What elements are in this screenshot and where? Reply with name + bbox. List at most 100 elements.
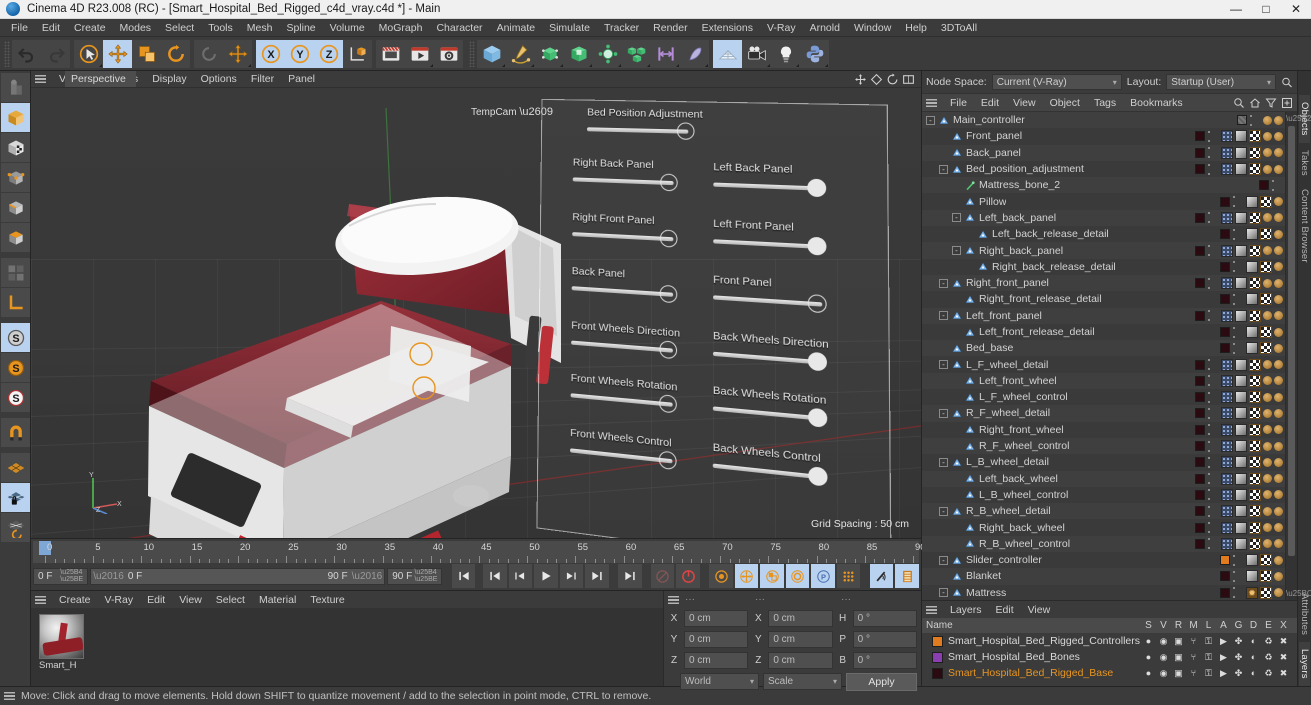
menu-item-render[interactable]: Render <box>646 19 694 37</box>
node-space-dropdown[interactable]: Current (V-Ray) <box>992 74 1122 90</box>
layer-toggle-v[interactable]: ◉ <box>1156 636 1171 647</box>
viewport-slider[interactable]: Back Wheels Control <box>713 441 823 479</box>
layer-color-swatch[interactable] <box>1195 539 1205 549</box>
layer-toggle-d[interactable]: ◐ <box>1246 652 1261 663</box>
object-menu-file[interactable]: File <box>943 97 974 109</box>
layer-color-swatch[interactable] <box>1195 490 1205 500</box>
protection-tag-icon[interactable] <box>1263 458 1272 467</box>
object-tree-row[interactable]: R_F_wheel_control <box>922 438 1285 454</box>
environment-button[interactable] <box>593 40 622 68</box>
polygons-mode-button[interactable] <box>1 223 30 252</box>
size-y-field[interactable]: 0 cm <box>768 631 832 648</box>
position-y-field[interactable]: 0 cm <box>684 631 748 648</box>
light-object-button[interactable] <box>771 40 800 68</box>
key-point-level-animation-button[interactable] <box>837 564 861 588</box>
viewport-slider-knob[interactable] <box>660 229 678 247</box>
rotation-p-field[interactable]: 0 ° <box>853 631 917 648</box>
deformer-tag-icon[interactable]: ✹ <box>1246 587 1258 599</box>
object-tree-row[interactable]: - Main_controller <box>922 112 1285 128</box>
render-view-button[interactable] <box>376 40 405 68</box>
quantize-snap-button[interactable]: S <box>1 383 30 412</box>
layer-toggle-d[interactable]: ◐ <box>1246 636 1261 647</box>
zoom-view-icon[interactable] <box>870 73 883 86</box>
status-hamburger-icon[interactable] <box>4 692 15 700</box>
apply-button[interactable]: Apply <box>846 673 917 691</box>
step-forward-button[interactable] <box>560 564 584 588</box>
layer-color-swatch[interactable] <box>932 668 943 679</box>
material-hamburger-icon[interactable] <box>35 596 46 604</box>
viewport-slider-knob[interactable] <box>808 294 827 313</box>
material-item[interactable]: Smart_H <box>39 614 84 671</box>
layer-toggle-l[interactable]: ⚿ <box>1201 652 1216 663</box>
menu-item-v-ray[interactable]: V-Ray <box>760 19 803 37</box>
xpresso-tag-icon[interactable] <box>1221 522 1233 534</box>
viewport-slider-track[interactable] <box>573 177 674 185</box>
constraint-tag-icon[interactable] <box>1274 539 1283 548</box>
viewport-slider[interactable]: Front Panel <box>713 273 822 306</box>
key-parameter-button[interactable]: P <box>811 564 835 588</box>
constraint-tag-icon[interactable] <box>1274 393 1283 402</box>
protection-tag-icon[interactable] <box>1274 230 1283 239</box>
viewport-slider-knob[interactable] <box>660 174 678 192</box>
material-menu-select[interactable]: Select <box>209 594 252 606</box>
visibility-dots[interactable] <box>1207 506 1211 517</box>
protection-tag-icon[interactable] <box>1263 311 1272 320</box>
expand-collapse-toggle[interactable]: - <box>926 116 935 125</box>
model-mode-button[interactable] <box>1 258 30 287</box>
object-menu-object[interactable]: Object <box>1043 97 1087 109</box>
object-tree-row[interactable]: Mattress_bone_2 <box>922 177 1285 193</box>
layer-color-swatch[interactable] <box>1195 246 1205 256</box>
viewport-slider-track[interactable] <box>572 232 673 241</box>
constraint-tag-icon[interactable] <box>1274 490 1283 499</box>
texture-tag-icon[interactable] <box>1249 489 1261 501</box>
object-tree-row[interactable]: Pillow <box>922 193 1285 209</box>
expand-collapse-toggle[interactable]: - <box>939 279 948 288</box>
layer-color-swatch[interactable] <box>1220 229 1230 239</box>
expand-collapse-toggle[interactable]: - <box>939 588 948 597</box>
viewport-slider-track[interactable] <box>572 286 673 297</box>
expand-collapse-toggle[interactable]: - <box>939 507 948 516</box>
object-tree-row[interactable]: L_F_wheel_control <box>922 389 1285 405</box>
visibility-dots[interactable] <box>1207 278 1211 289</box>
phong-tag-icon[interactable] <box>1235 147 1247 159</box>
protection-tag-icon[interactable] <box>1263 425 1272 434</box>
layer-color-swatch[interactable] <box>1195 425 1205 435</box>
coordinate-mode-select[interactable]: Scale <box>763 673 842 690</box>
layer-color-swatch[interactable] <box>932 636 943 647</box>
viewport-slider-knob[interactable] <box>807 179 826 198</box>
xpresso-tag-icon[interactable] <box>1221 163 1233 175</box>
xpresso-tag-icon[interactable] <box>1221 424 1233 436</box>
preview-end-field[interactable]: 90 F \u25B4 \u25BE <box>387 568 442 585</box>
viewport-slider-track[interactable] <box>571 341 673 353</box>
go-to-previous-key-button[interactable] <box>483 564 507 588</box>
protection-tag-icon[interactable] <box>1274 344 1283 353</box>
viewport-slider-track[interactable] <box>713 239 822 249</box>
object-mode-button[interactable] <box>1 103 30 132</box>
minimize-button[interactable]: — <box>1221 0 1251 19</box>
object-tree-row[interactable]: Left_back_release_detail <box>922 226 1285 242</box>
viewport-slider-knob[interactable] <box>659 450 677 470</box>
object-tree-row[interactable]: Left_back_wheel <box>922 471 1285 487</box>
snap-settings-button[interactable]: S <box>1 353 30 382</box>
layer-color-swatch[interactable] <box>1195 441 1205 451</box>
layer-toggle-v[interactable]: ◉ <box>1156 652 1171 663</box>
constraint-tag-icon[interactable] <box>1274 474 1283 483</box>
layer-toggle-x[interactable]: ✖ <box>1276 652 1291 663</box>
viewport-slider-knob[interactable] <box>807 237 826 256</box>
xpresso-tag-icon[interactable] <box>1221 538 1233 550</box>
protection-tag-icon[interactable] <box>1263 148 1272 157</box>
undo-button[interactable] <box>12 40 41 68</box>
constraint-tag-icon[interactable] <box>1274 425 1283 434</box>
phong-tag-icon[interactable] <box>1235 130 1247 142</box>
protection-tag-icon[interactable] <box>1263 442 1272 451</box>
layer-toggle-d[interactable]: ◐ <box>1246 668 1261 679</box>
constraint-tag-icon[interactable] <box>1274 507 1283 516</box>
layer-toggle-e[interactable]: ♻ <box>1261 652 1276 663</box>
visibility-dots[interactable] <box>1207 408 1211 419</box>
rotate-view-icon[interactable] <box>886 73 899 86</box>
rotation-h-field[interactable]: 0 ° <box>853 610 917 627</box>
protection-tag-icon[interactable] <box>1263 393 1272 402</box>
viewport-slider-track[interactable] <box>713 183 821 191</box>
protection-tag-icon[interactable] <box>1274 572 1283 581</box>
viewport-slider-knob[interactable] <box>659 394 677 413</box>
